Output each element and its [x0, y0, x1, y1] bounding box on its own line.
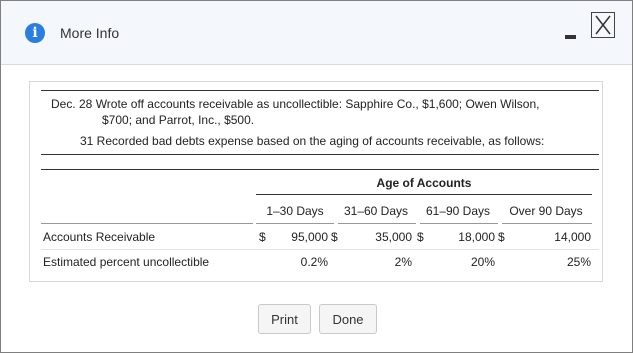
table-cell: 2% [394, 255, 412, 269]
divider [41, 154, 599, 155]
currency-symbol: $ [498, 230, 505, 244]
dialog-title: More Info [60, 25, 120, 41]
divider [256, 194, 592, 195]
age-of-accounts-header: Age of Accounts [376, 176, 472, 190]
divider [420, 223, 498, 224]
column-header: Over 90 Days [509, 204, 583, 218]
divider [256, 223, 334, 224]
done-button[interactable]: Done [319, 304, 377, 334]
column-header: 61–90 Days [425, 204, 491, 218]
divider [338, 223, 416, 224]
table-cell: 25% [566, 255, 591, 269]
journal-entry-dec-28-continued: $700; and Parrot, Inc., $500. [102, 113, 255, 127]
journal-entry-dec-28: Dec. 28 Wrote off accounts receivable as… [51, 97, 540, 111]
table-cell: 20% [470, 255, 495, 269]
journal-entry-dec-31: 31 Recorded bad debts expense based on t… [80, 134, 545, 148]
divider [502, 223, 592, 224]
info-icon: i [25, 23, 45, 43]
row-label: Accounts Receivable [43, 230, 156, 244]
divider [41, 169, 599, 170]
currency-symbol: $ [259, 230, 266, 244]
table-cell: 14,000 [554, 230, 591, 244]
minimize-button[interactable] [563, 29, 577, 43]
table-cell: 18,000 [458, 230, 495, 244]
divider [41, 223, 253, 224]
column-header: 1–30 Days [266, 204, 324, 218]
dialog-titlebar: i More Info [1, 1, 632, 65]
table-cell: 0.2% [300, 255, 328, 269]
print-button[interactable]: Print [258, 304, 311, 334]
more-info-dialog: i More Info Dec. 28 Wrote off accounts r… [0, 0, 633, 353]
close-icon [595, 15, 611, 35]
divider [41, 249, 599, 250]
currency-symbol: $ [417, 230, 424, 244]
divider [41, 90, 599, 91]
column-header: 31–60 Days [343, 204, 409, 218]
row-label: Estimated percent uncollectible [43, 255, 210, 269]
table-cell: 35,000 [375, 230, 412, 244]
currency-symbol: $ [331, 230, 338, 244]
close-button[interactable] [591, 12, 615, 38]
table-cell: 95,000 [291, 230, 328, 244]
